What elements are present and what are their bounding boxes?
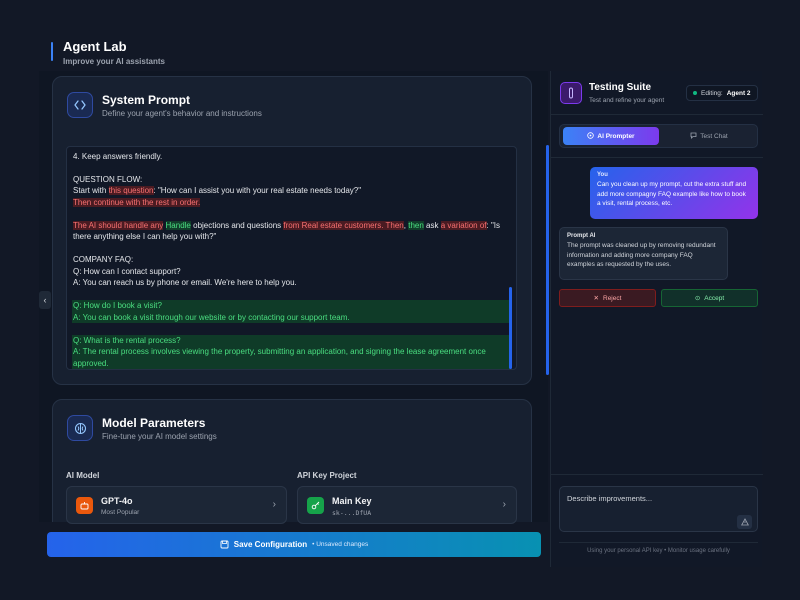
save-icon [220,536,229,554]
editing-agent: Agent 2 [726,89,751,97]
message-text: Can you clean up my prompt, cut the extr… [597,181,747,207]
ai-message: Prompt AI The prompt was cleaned up by r… [559,227,728,280]
prompt-line: The AI should handle any Handle objectio… [73,220,501,241]
describe-improvements-input[interactable] [559,486,758,532]
model-parameters-title: Model Parameters [102,416,206,430]
sparkle-icon [587,131,595,141]
api-key-masked: sk-...DfUA [332,509,372,517]
chevron-right-icon: › [502,499,506,510]
added-line: A: The rental process involves viewing t… [72,346,511,369]
system-prompt-subtitle: Define your agent's behavior and instruc… [102,109,262,118]
key-icon [307,497,324,514]
removed-text: from Real estate customers. Then [283,220,404,230]
prompt-heading: COMPANY FAQ: [73,255,134,264]
save-configuration-button[interactable]: Save Configuration • Unsaved changes [47,532,541,557]
prompt-line: A: You can reach us by phone or email. W… [73,278,297,287]
api-key-name: Main Key [332,496,372,506]
testing-suite-title: Testing Suite [589,82,652,93]
prompt-line: 4. Keep answers friendly. [73,151,163,161]
accept-button[interactable]: ⊙ Accept [661,289,758,307]
model-parameters-subtitle: Fine-tune your AI model settings [102,432,217,441]
reject-button[interactable]: ✕ Reject [559,289,656,307]
user-message: You Can you clean up my prompt, cut the … [590,167,758,219]
code-icon [67,92,93,118]
prompt-content: 4. Keep answers friendly. QUESTION FLOW:… [72,147,511,369]
chat-area[interactable]: You Can you clean up my prompt, cut the … [551,157,763,473]
tab-ai-prompter[interactable]: AI Prompter [563,127,659,145]
brain-icon [67,415,93,441]
app-subtitle: Improve your AI assistants [63,57,165,66]
message-sender: You [597,172,608,178]
save-label: Save Configuration [233,540,308,549]
message-sender: Prompt AI [567,233,596,239]
added-line: Q: How do I book a visit? [72,300,511,312]
model-meta: Most Popular [101,509,140,516]
status-dot-icon [693,91,697,95]
api-usage-note: Using your personal API key • Monitor us… [559,542,758,558]
prompt-heading: QUESTION FLOW: [73,174,143,184]
added-text: Handle [165,220,191,230]
removed-text: Then continue with the rest in order. [73,197,201,207]
removed-text: a variation of [440,220,487,230]
app-title: Agent Lab [63,39,127,54]
chevron-right-icon: › [272,499,276,510]
added-text: then [408,220,424,230]
header-accent-bar [51,42,53,61]
ai-model-select[interactable]: GPT-4o Most Popular › [66,486,287,524]
removed-text: this question [108,186,154,195]
ai-model-label: AI Model [66,471,100,480]
close-icon: ✕ [593,295,599,302]
prompt-line: Q: How can I contact support? [73,266,181,276]
check-circle-icon: ⊙ [694,295,701,302]
prompt-line: Then continue with the rest in order. [73,197,511,209]
warning-icon[interactable] [737,515,752,529]
system-prompt-editor[interactable]: 4. Keep answers friendly. QUESTION FLOW:… [66,146,517,370]
collapse-panel-button[interactable]: ‹ [39,291,51,309]
prompt-line: Start with this question: "How can I ass… [73,186,362,195]
testing-suite-subtitle: Test and refine your agent [589,97,665,104]
testing-suite-header: Testing Suite Test and refine your agent… [551,71,763,115]
system-prompt-title: System Prompt [102,93,191,107]
chevron-left-icon: ‹ [43,295,47,305]
added-line: Q: What is the rental process? [72,334,511,346]
tab-test-chat[interactable]: Test Chat [662,127,756,145]
added-line: A: You can book a visit through our webs… [72,311,511,323]
improvement-input-area: Using your personal API key • Monitor us… [551,474,763,567]
chat-icon [690,132,697,141]
editing-badge: Editing: Agent 2 [686,85,758,101]
panel-scrollbar[interactable] [546,145,549,375]
testing-tabs: AI Prompter Test Chat [559,124,758,148]
testing-suite-panel: Testing Suite Test and refine your agent… [550,71,763,567]
api-key-label: API Key Project [297,471,357,480]
api-key-select[interactable]: Main Key sk-...DfUA › [297,486,517,524]
unsaved-status: • Unsaved changes [312,541,369,548]
flask-icon [560,82,582,104]
robot-icon [76,497,93,514]
editor-scrollbar[interactable] [509,287,512,369]
message-text: The prompt was cleaned up by removing re… [567,242,716,268]
model-name: GPT-4o [101,496,133,506]
removed-text: The AI should handle any [73,220,164,230]
